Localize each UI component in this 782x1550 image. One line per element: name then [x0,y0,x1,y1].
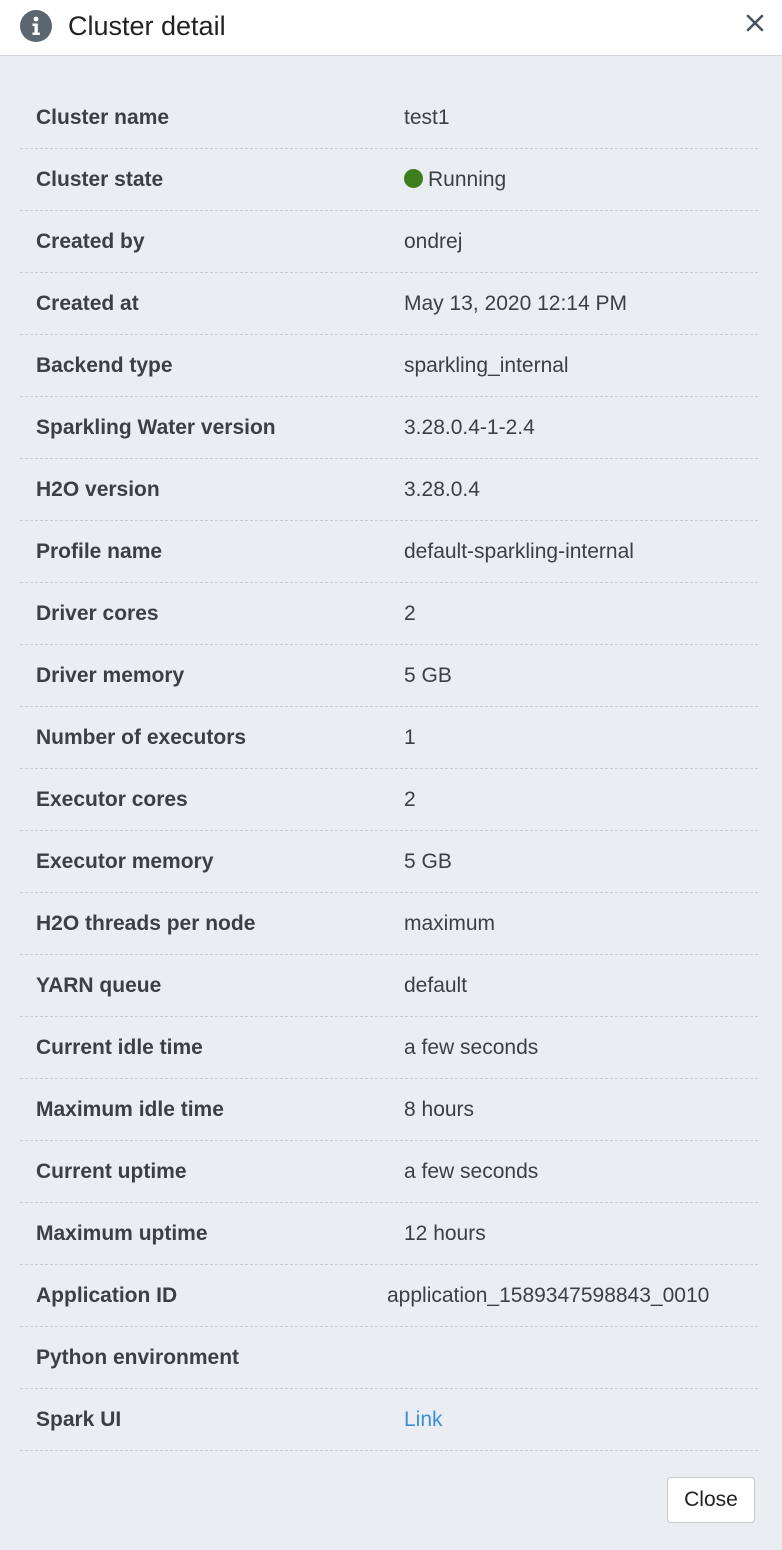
detail-value: a few seconds [404,1036,539,1059]
detail-row-driver-memory: Driver memory 5 GB [20,645,758,707]
detail-label: Created by [36,230,145,253]
detail-row-executor-memory: Executor memory 5 GB [20,831,758,893]
detail-label: Cluster state [36,168,164,191]
detail-row-h2o-version: H2O version 3.28.0.4 [20,459,758,521]
detail-value: Running [404,149,506,211]
detail-value: default [404,974,468,997]
detail-value: 3.28.0.4 [404,478,480,501]
detail-label: Current idle time [36,1036,203,1059]
status-text: Running [428,168,507,191]
detail-value: 2 [404,788,416,811]
detail-value: application_1589347598843_0010 [387,1284,710,1307]
detail-value: 12 hours [404,1222,486,1245]
detail-value: 8 hours [404,1098,475,1121]
detail-row-application-id: Application ID application_1589347598843… [20,1265,758,1327]
detail-value: Link [404,1389,443,1451]
detail-row-created-at: Created at May 13, 2020 12:14 PM [20,273,758,335]
detail-label: Sparkling Water version [36,416,276,439]
detail-label: Maximum idle time [36,1098,224,1121]
detail-label: Number of executors [36,726,247,749]
detail-row-h2o-threads-per-node: H2O threads per node maximum [20,893,758,955]
detail-value: 1 [404,726,416,749]
detail-label: YARN queue [36,974,162,997]
detail-value: 5 GB [404,850,452,873]
detail-label: Driver memory [36,664,185,687]
detail-row-yarn-queue: YARN queue default [20,955,758,1017]
detail-row-maximum-uptime: Maximum uptime 12 hours [20,1203,758,1265]
detail-label: Maximum uptime [36,1222,208,1245]
status-running-dot-icon [404,169,423,188]
detail-row-number-of-executors: Number of executors 1 [20,707,758,769]
detail-value: a few seconds [404,1160,539,1183]
detail-row-current-idle-time: Current idle time a few seconds [20,1017,758,1079]
detail-row-python-environment: Python environment [20,1327,758,1389]
cluster-detail-table: Cluster name test1 Cluster state Running… [20,87,758,1451]
detail-value: 5 GB [404,664,452,687]
detail-label: H2O version [36,478,160,501]
detail-label: Profile name [36,540,163,563]
detail-label: Executor memory [36,850,214,873]
detail-value: ondrej [404,230,463,253]
close-button[interactable]: Close [667,1477,755,1523]
detail-label: H2O threads per node [36,912,256,935]
detail-label: Spark UI [36,1408,122,1431]
detail-value: sparkling_internal [404,354,569,377]
detail-row-profile-name: Profile name default-sparkling-internal [20,521,758,583]
detail-value: 2 [404,602,416,625]
detail-label: Cluster name [36,106,170,129]
cluster-detail-dialog: Cluster detail Cluster name test1 Cluste… [0,0,782,1550]
detail-label: Backend type [36,354,173,377]
dialog-title: Cluster detail [68,11,226,41]
detail-value: default-sparkling-internal [404,540,634,563]
detail-row-executor-cores: Executor cores 2 [20,769,758,831]
detail-row-driver-cores: Driver cores 2 [20,583,758,645]
info-circle-icon [20,10,52,42]
detail-label: Created at [36,292,139,315]
dialog-header: Cluster detail [0,0,782,56]
detail-row-cluster-name: Cluster name test1 [20,87,758,149]
detail-value: 3.28.0.4-1-2.4 [404,416,535,439]
spark-ui-link[interactable]: Link [404,1408,443,1431]
detail-label: Application ID [36,1284,178,1307]
detail-row-cluster-state: Cluster state Running [20,149,758,211]
detail-label: Executor cores [36,788,188,811]
detail-label: Driver cores [36,602,159,625]
detail-value: May 13, 2020 12:14 PM [404,292,627,315]
detail-label: Python environment [36,1346,240,1369]
detail-row-maximum-idle-time: Maximum idle time 8 hours [20,1079,758,1141]
detail-row-current-uptime: Current uptime a few seconds [20,1141,758,1203]
detail-row-sparkling-water-version: Sparkling Water version 3.28.0.4-1-2.4 [20,397,758,459]
detail-row-backend-type: Backend type sparkling_internal [20,335,758,397]
detail-label: Current uptime [36,1160,187,1183]
detail-row-spark-ui: Spark UI Link [20,1389,758,1451]
detail-row-created-by: Created by ondrej [20,211,758,273]
close-icon[interactable] [744,12,766,34]
detail-value: maximum [404,912,496,935]
detail-value: test1 [404,106,450,129]
